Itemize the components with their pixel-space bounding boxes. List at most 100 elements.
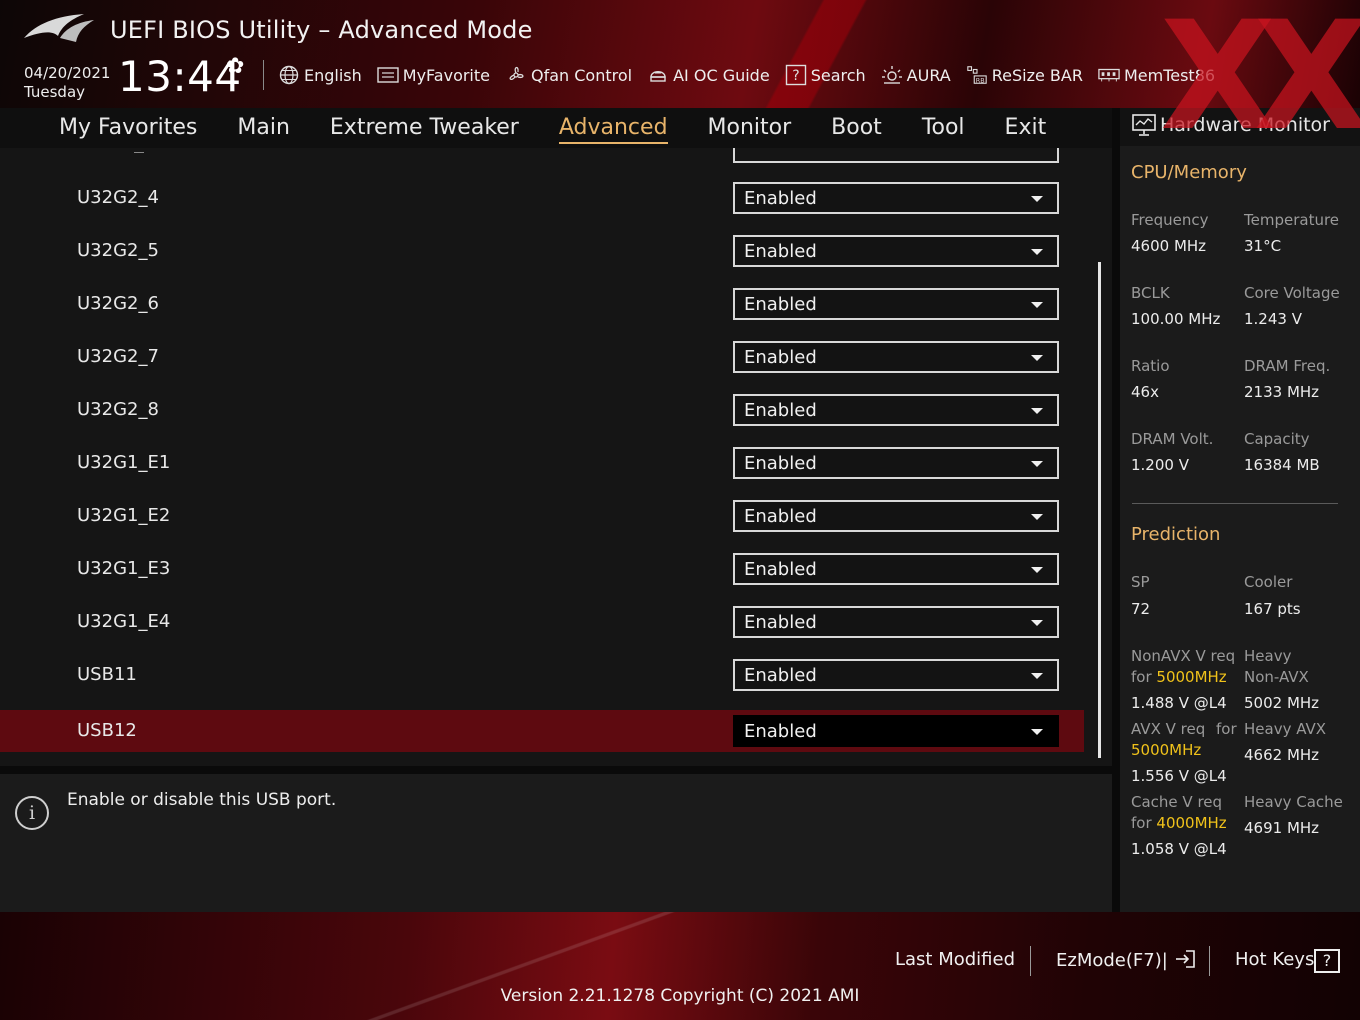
tab-main[interactable]: Main [217, 110, 310, 146]
hot-keys-help-icon[interactable]: ? [1314, 949, 1340, 973]
capacity-label: Capacity [1244, 430, 1310, 448]
myfavorite-label: MyFavorite [402, 65, 490, 85]
setting-row-usb12[interactable]: USB12 Enabled [0, 710, 1084, 752]
tab-boot[interactable]: Boot [811, 110, 902, 146]
caret-down-icon [1031, 620, 1043, 626]
aura-button[interactable]: AURA [881, 65, 951, 85]
ai-oc-guide-label: AI OC Guide [673, 65, 770, 85]
help-panel: i Enable or disable this USB port. [0, 774, 1112, 912]
tab-tool[interactable]: Tool [902, 110, 985, 146]
avx-value: 1.556 V @L4 [1131, 767, 1227, 785]
bclk-value: 100.00 MHz [1131, 310, 1221, 328]
page-title: UEFI BIOS Utility – Advanced Mode [110, 16, 533, 44]
setting-dropdown[interactable]: Enabled [733, 288, 1059, 320]
tab-label: Tool [921, 115, 965, 140]
setting-row-u32g2-7[interactable]: U32G2_7 Enabled [0, 336, 1084, 378]
setting-label: U32G1_E1 [77, 452, 171, 473]
search-button[interactable]: ? Search [785, 64, 866, 86]
dram-volt-value: 1.200 V [1131, 456, 1189, 474]
dropdown-value: Enabled [744, 346, 817, 368]
resize-bar-button[interactable]: RB ReSize BAR [966, 65, 1083, 85]
setting-label: USB11 [77, 664, 137, 685]
globe-icon [278, 65, 300, 85]
footer-divider [1209, 946, 1210, 976]
caret-down-icon [1031, 729, 1043, 735]
language-label: English [304, 65, 362, 85]
tab-my-favorites[interactable]: My Favorites [39, 110, 217, 146]
setting-row-u32g2-8[interactable]: U32G2_8 Enabled [0, 389, 1084, 431]
setting-dropdown[interactable]: Enabled [733, 715, 1059, 747]
core-voltage-value: 1.243 V [1244, 310, 1302, 328]
resize-bar-icon: RB [966, 65, 988, 85]
setting-dropdown[interactable]: Enabled [733, 341, 1059, 373]
hot-keys-button[interactable]: Hot Keys [1235, 949, 1314, 970]
setting-dropdown[interactable]: Enabled [733, 447, 1059, 479]
svg-text:?: ? [792, 68, 799, 84]
setting-row-u32g1-e3[interactable]: U32G1_E3 Enabled [0, 548, 1084, 590]
temperature-value: 31°C [1244, 237, 1282, 255]
dropdown-value: Enabled [744, 505, 817, 527]
section-divider [1132, 503, 1338, 504]
setting-dropdown[interactable]: Enabled [733, 500, 1059, 532]
clock-settings-gear-icon[interactable]: ✿ [226, 54, 244, 79]
list-scrollbar[interactable] [1098, 262, 1101, 758]
setting-dropdown[interactable]: Enabled [733, 235, 1059, 267]
tab-label: Monitor [707, 115, 792, 140]
heavy-nonavx-label: Heavy [1244, 647, 1292, 665]
prediction-title: Prediction [1131, 524, 1221, 545]
nonavx-for-line: for 5000MHz [1131, 668, 1227, 686]
language-button[interactable]: English [278, 65, 362, 85]
dropdown-value: Enabled [744, 664, 817, 686]
setting-row-u32g2-6[interactable]: U32G2_6 Enabled [0, 283, 1084, 325]
fan-icon [505, 65, 527, 85]
tab-extreme-tweaker[interactable]: Extreme Tweaker [310, 110, 539, 146]
caret-down-icon [1031, 514, 1043, 520]
favorite-list-icon [377, 65, 399, 85]
settings-list: U32G2_4 Enabled U32G2_5 Enabled U32G2_6 … [0, 148, 1112, 766]
myfavorite-button[interactable]: MyFavorite [377, 65, 490, 85]
dropdown-value: Enabled [744, 452, 817, 474]
footer-divider [1030, 946, 1031, 976]
tab-advanced[interactable]: Advanced [539, 110, 688, 146]
cooler-label: Cooler [1244, 573, 1293, 591]
setting-dropdown[interactable]: Enabled [733, 182, 1059, 214]
cache-for-line: for 4000MHz [1131, 814, 1227, 832]
frequency-value: 4600 MHz [1131, 237, 1207, 255]
setting-row-usb11[interactable]: USB11 Enabled [0, 654, 1084, 696]
setting-label: USB12 [77, 720, 137, 741]
cache-label: Cache V req [1131, 793, 1223, 811]
bclk-label: BCLK [1131, 284, 1170, 302]
setting-row-u32g2-4[interactable]: U32G2_4 Enabled [0, 177, 1084, 219]
qfan-control-button[interactable]: Qfan Control [505, 65, 632, 85]
tab-monitor[interactable]: Monitor [688, 110, 812, 146]
setting-dropdown[interactable]: Enabled [733, 606, 1059, 638]
help-text: Enable or disable this USB port. [67, 790, 337, 810]
ratio-label: Ratio [1131, 357, 1170, 375]
nonavx-for: for [1131, 668, 1152, 686]
ai-oc-guide-button[interactable]: AI OC Guide [647, 65, 770, 85]
ezmode-button[interactable]: EzMode(F7)| [1056, 949, 1196, 971]
setting-dropdown[interactable]: Enabled [733, 659, 1059, 691]
hardware-monitor-panel: Hardware Monitor CPU/Memory Frequency 46… [1120, 108, 1360, 912]
dropdown-value: Enabled [744, 611, 817, 633]
caret-down-icon [1031, 567, 1043, 573]
setting-label: U32G1_E4 [77, 611, 171, 632]
setting-row-u32g1-e4[interactable]: U32G1_E4 Enabled [0, 601, 1084, 643]
setting-dropdown[interactable]: Enabled [733, 553, 1059, 585]
ratio-value: 46x [1131, 383, 1159, 401]
setting-row-u32g1-e2[interactable]: U32G1_E2 Enabled [0, 495, 1084, 537]
cooler-value: 167 pts [1244, 600, 1301, 618]
footer-bar: Last Modified EzMode(F7)| Hot Keys ? Ver… [0, 912, 1360, 1020]
last-modified-button[interactable]: Last Modified [895, 949, 1015, 970]
partial-dropdown[interactable] [733, 148, 1059, 163]
nonavx-label: NonAVX V req [1131, 647, 1236, 665]
header-toolbar: English MyFavorite Qfan Control AI OC Gu… [278, 62, 1230, 88]
svg-text:RB: RB [976, 76, 985, 84]
tab-label: Exit [1004, 115, 1047, 140]
setting-dropdown[interactable]: Enabled [733, 394, 1059, 426]
setting-row-u32g2-5[interactable]: U32G2_5 Enabled [0, 230, 1084, 272]
aura-label: AURA [906, 65, 951, 85]
heavy-nonavx-label-2: Non-AVX [1244, 668, 1309, 686]
setting-row-u32g1-e1[interactable]: U32G1_E1 Enabled [0, 442, 1084, 484]
tab-exit[interactable]: Exit [985, 110, 1067, 146]
